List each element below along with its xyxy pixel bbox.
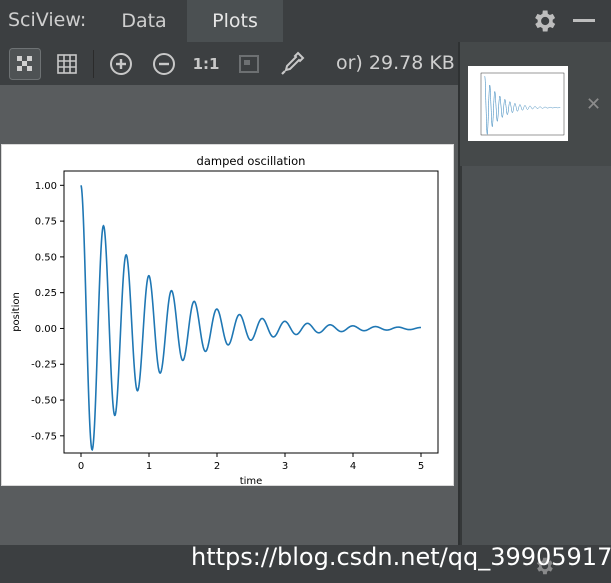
y-tick-label: 0.00 [35,324,57,335]
side-panel-body [458,166,611,545]
plot-axes-frame [480,72,565,136]
plot-viewer[interactable]: 0 1 2 3 4 5 1.00 0.75 0.50 0.25 0.00 -0.25 -0.50 -0.7… [0,85,458,545]
damped-oscillation-chart: 0 1 2 3 4 5 1.00 0.75 0.50 0.25 0.00 -0.25 -0.50 -0.7… [11,154,439,487]
zoom-out-icon[interactable] [148,48,180,80]
minimize-icon[interactable] [573,19,595,22]
zoom-in-icon[interactable] [105,48,137,80]
file-info: or) 29.78 KB [336,52,455,74]
toolbar-separator [93,50,94,78]
thumbnail-row[interactable]: ✕ [458,42,611,166]
x-tick-label: 2 [214,461,220,472]
checkerboard-icon[interactable] [9,48,41,80]
x-axis-label: time [240,476,263,485]
y-tick-label: -0.25 [31,360,57,371]
panel-divider[interactable] [458,42,460,545]
y-tick-label: 0.25 [35,288,57,299]
eyedropper-icon[interactable] [276,48,308,80]
app-title: SciView: [8,9,87,31]
plots-thumbnail-panel: ✕ [458,42,611,545]
tab-data[interactable]: Data [110,0,178,42]
tab-plots[interactable]: Plots [187,0,283,42]
chart-title: damped oscillation [197,154,306,168]
thumbnail-chart [480,72,565,136]
title-bar: SciView: Data Plots [0,0,611,42]
y-tick-label: -0.75 [31,431,57,442]
watermark-text: https://blog.csdn.net/qq_39905917 [191,543,611,571]
y-tick-label: 0.50 [35,252,57,263]
series-line [484,76,561,135]
y-tick-label: -0.50 [31,396,57,407]
plot-thumbnail[interactable] [468,66,568,141]
plot-image: 0 1 2 3 4 5 1.00 0.75 0.50 0.25 0.00 -0.25 -0.50 -0.7… [1,144,454,487]
grid-icon[interactable] [51,48,83,80]
x-tick-label: 1 [146,461,152,472]
x-tick-label: 5 [418,461,424,472]
toolbar: 1:1 or) 29.78 KB [0,42,458,85]
y-axis-label: position [11,292,22,332]
y-tick-label: 1.00 [35,181,57,192]
plot-axes-frame [63,170,439,454]
x-tick-label: 4 [350,461,356,472]
close-icon[interactable]: ✕ [586,94,601,115]
x-tick-label: 0 [78,461,84,472]
fit-zoom-icon[interactable] [233,48,265,80]
actual-size-button[interactable]: 1:1 [190,48,222,80]
y-tick-label: 0.75 [35,217,57,228]
x-tick-label: 3 [282,461,288,472]
gear-icon[interactable] [530,7,558,35]
series-line [80,185,421,452]
